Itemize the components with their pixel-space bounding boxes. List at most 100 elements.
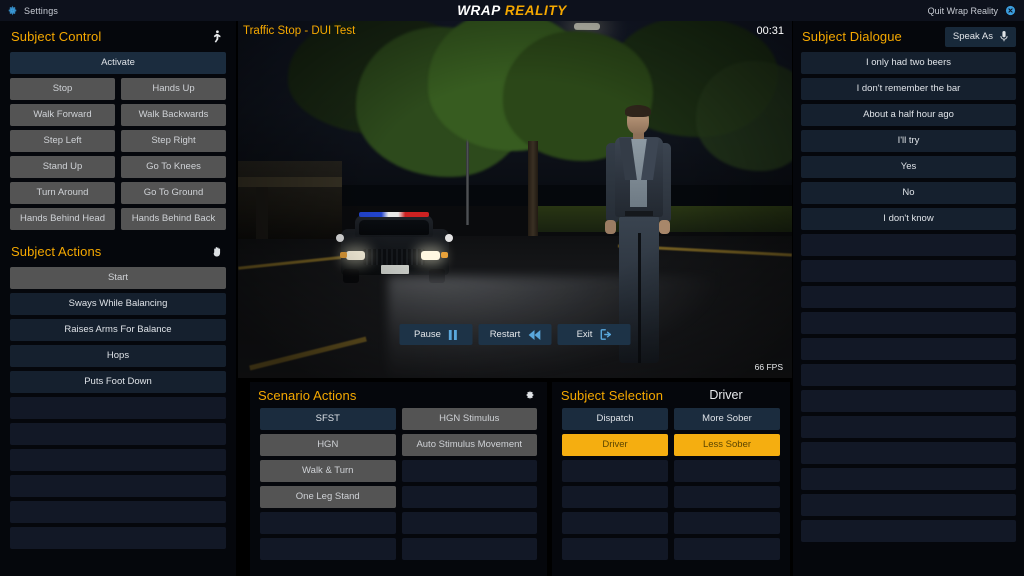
scenario-hgn-button[interactable]: HGN <box>260 434 396 456</box>
gear-icon[interactable] <box>525 390 535 400</box>
pause-icon <box>449 329 458 340</box>
car-spotlight <box>445 234 453 242</box>
settings-button[interactable]: Settings <box>0 5 58 16</box>
control-stop-button[interactable]: Stop <box>10 78 115 100</box>
scenario-empty-cell <box>401 486 537 508</box>
dialogue-option[interactable]: No <box>801 182 1016 204</box>
control-go-to-knees-button[interactable]: Go To Knees <box>121 156 226 178</box>
settings-label: Settings <box>24 5 59 16</box>
selection-driver-button[interactable]: Driver <box>562 434 668 456</box>
action-raises-arms-for-balance-button[interactable]: Raises Arms For Balance <box>10 319 226 341</box>
quit-button[interactable]: Quit Wrap Reality <box>928 0 1016 21</box>
control-step-right-button[interactable]: Step Right <box>121 130 226 152</box>
control-hands-behind-head-button[interactable]: Hands Behind Head <box>10 208 115 230</box>
scenario-row: Walk & Turn <box>260 460 537 482</box>
fps-counter: 66 FPS <box>754 362 783 372</box>
selection-empty-cell <box>562 486 668 508</box>
selection-less-sober-button[interactable]: Less Sober <box>674 434 780 456</box>
avatar-hand-left <box>605 220 616 234</box>
exit-icon <box>600 329 611 340</box>
app-logo: WRAP REALITY <box>0 0 1024 21</box>
subject-actions-list: Start Sways While Balancing Raises Arms … <box>0 267 236 549</box>
action-empty-row <box>10 501 226 523</box>
dialogue-empty-row <box>801 260 1016 282</box>
selection-empty-cell <box>674 538 780 560</box>
scenario-hgn-stimulus-button[interactable]: HGN Stimulus <box>401 408 537 430</box>
subject-selection-grid: Dispatch More Sober Driver Less Sober <box>552 408 790 560</box>
scenario-one-leg-stand-button[interactable]: One Leg Stand <box>260 486 396 508</box>
control-turn-around-button[interactable]: Turn Around <box>10 182 115 204</box>
car-windshield <box>359 220 429 235</box>
dialogue-empty-row <box>801 442 1016 464</box>
action-sways-while-balancing-button[interactable]: Sways While Balancing <box>10 293 226 315</box>
control-hands-behind-back-button[interactable]: Hands Behind Back <box>121 208 226 230</box>
control-go-to-ground-button[interactable]: Go To Ground <box>121 182 226 204</box>
scenario-actions-header: Scenario Actions <box>250 382 547 408</box>
control-walk-forward-button[interactable]: Walk Forward <box>10 104 115 126</box>
tree-trunk <box>528 141 538 236</box>
transport-controls: Pause Restart Exit <box>399 324 631 345</box>
scenario-sfst-button[interactable]: SFST <box>260 408 396 430</box>
scenario-walk-and-turn-button[interactable]: Walk & Turn <box>260 460 396 482</box>
car-tire <box>343 269 359 283</box>
pause-button-label: Pause <box>414 329 441 340</box>
scenario-empty-cell <box>260 512 396 534</box>
avatar-leg-split <box>638 233 641 363</box>
speak-as-button[interactable]: Speak As <box>944 26 1016 47</box>
subject-selection-header: Subject Selection Driver <box>552 382 790 408</box>
scenario-empty-cell <box>260 538 396 560</box>
action-empty-row <box>10 475 226 497</box>
exit-button[interactable]: Exit <box>557 324 631 345</box>
subject-control-buttons: Activate Stop Hands Up Walk Forward Walk… <box>0 52 236 230</box>
control-hands-up-button[interactable]: Hands Up <box>121 78 226 100</box>
close-circle-icon <box>1005 5 1016 16</box>
selection-empty-cell <box>674 512 780 534</box>
scenario-row: SFST HGN Stimulus <box>260 408 537 430</box>
selection-dispatch-button[interactable]: Dispatch <box>562 408 668 430</box>
car-turn-signal <box>340 252 347 258</box>
car-turn-signal <box>441 252 448 258</box>
scenario-auto-stimulus-movement-button[interactable]: Auto Stimulus Movement <box>401 434 537 456</box>
subject-selection-subtitle: Driver <box>709 388 743 402</box>
right-sidebar: Subject Dialogue Speak As I only had two… <box>793 21 1024 576</box>
dialogue-option[interactable]: I only had two beers <box>801 52 1016 74</box>
restart-button[interactable]: Restart <box>478 324 552 345</box>
control-step-left-button[interactable]: Step Left <box>10 130 115 152</box>
dialogue-option[interactable]: Yes <box>801 156 1016 178</box>
selection-empty-cell <box>674 486 780 508</box>
car-spotlight <box>336 234 344 242</box>
action-hops-button[interactable]: Hops <box>10 345 226 367</box>
scenario-viewport[interactable]: Traffic Stop - DUI Test 00:31 66 FPS Pau… <box>238 21 792 378</box>
subject-dialogue-title: Subject Dialogue <box>802 29 902 44</box>
control-row: Stand Up Go To Knees <box>10 156 226 178</box>
dialogue-option[interactable]: I'll try <box>801 130 1016 152</box>
gear-icon <box>8 5 17 16</box>
scenario-title: Traffic Stop - DUI Test <box>243 25 356 37</box>
control-walk-backwards-button[interactable]: Walk Backwards <box>121 104 226 126</box>
scenario-empty-cell <box>401 512 537 534</box>
logo-wrap-text: WRAP <box>457 3 501 18</box>
subject-dialogue-list: I only had two beers I don't remember th… <box>793 52 1024 542</box>
selection-more-sober-button[interactable]: More Sober <box>674 408 780 430</box>
control-row: Stop Hands Up <box>10 78 226 100</box>
hand-icon <box>213 247 221 257</box>
pause-button[interactable]: Pause <box>399 324 473 345</box>
action-puts-foot-down-button[interactable]: Puts Foot Down <box>10 371 226 393</box>
dialogue-empty-row <box>801 468 1016 490</box>
scenario-row: One Leg Stand <box>260 486 537 508</box>
scenario-empty-cell <box>401 538 537 560</box>
action-start-button[interactable]: Start <box>10 267 226 289</box>
control-row: Step Left Step Right <box>10 130 226 152</box>
dialogue-option[interactable]: About a half hour ago <box>801 104 1016 126</box>
subject-dialogue-header: Subject Dialogue Speak As <box>793 21 1024 52</box>
control-row: Hands Behind Head Hands Behind Back <box>10 208 226 230</box>
activate-button[interactable]: Activate <box>10 52 226 74</box>
dialogue-option[interactable]: I don't know <box>801 208 1016 230</box>
control-stand-up-button[interactable]: Stand Up <box>10 156 115 178</box>
scenario-row: HGN Auto Stimulus Movement <box>260 434 537 456</box>
license-plate <box>381 265 409 274</box>
dialogue-empty-row <box>801 520 1016 542</box>
dialogue-option[interactable]: I don't remember the bar <box>801 78 1016 100</box>
restart-button-label: Restart <box>489 329 521 340</box>
building-column <box>256 187 268 239</box>
